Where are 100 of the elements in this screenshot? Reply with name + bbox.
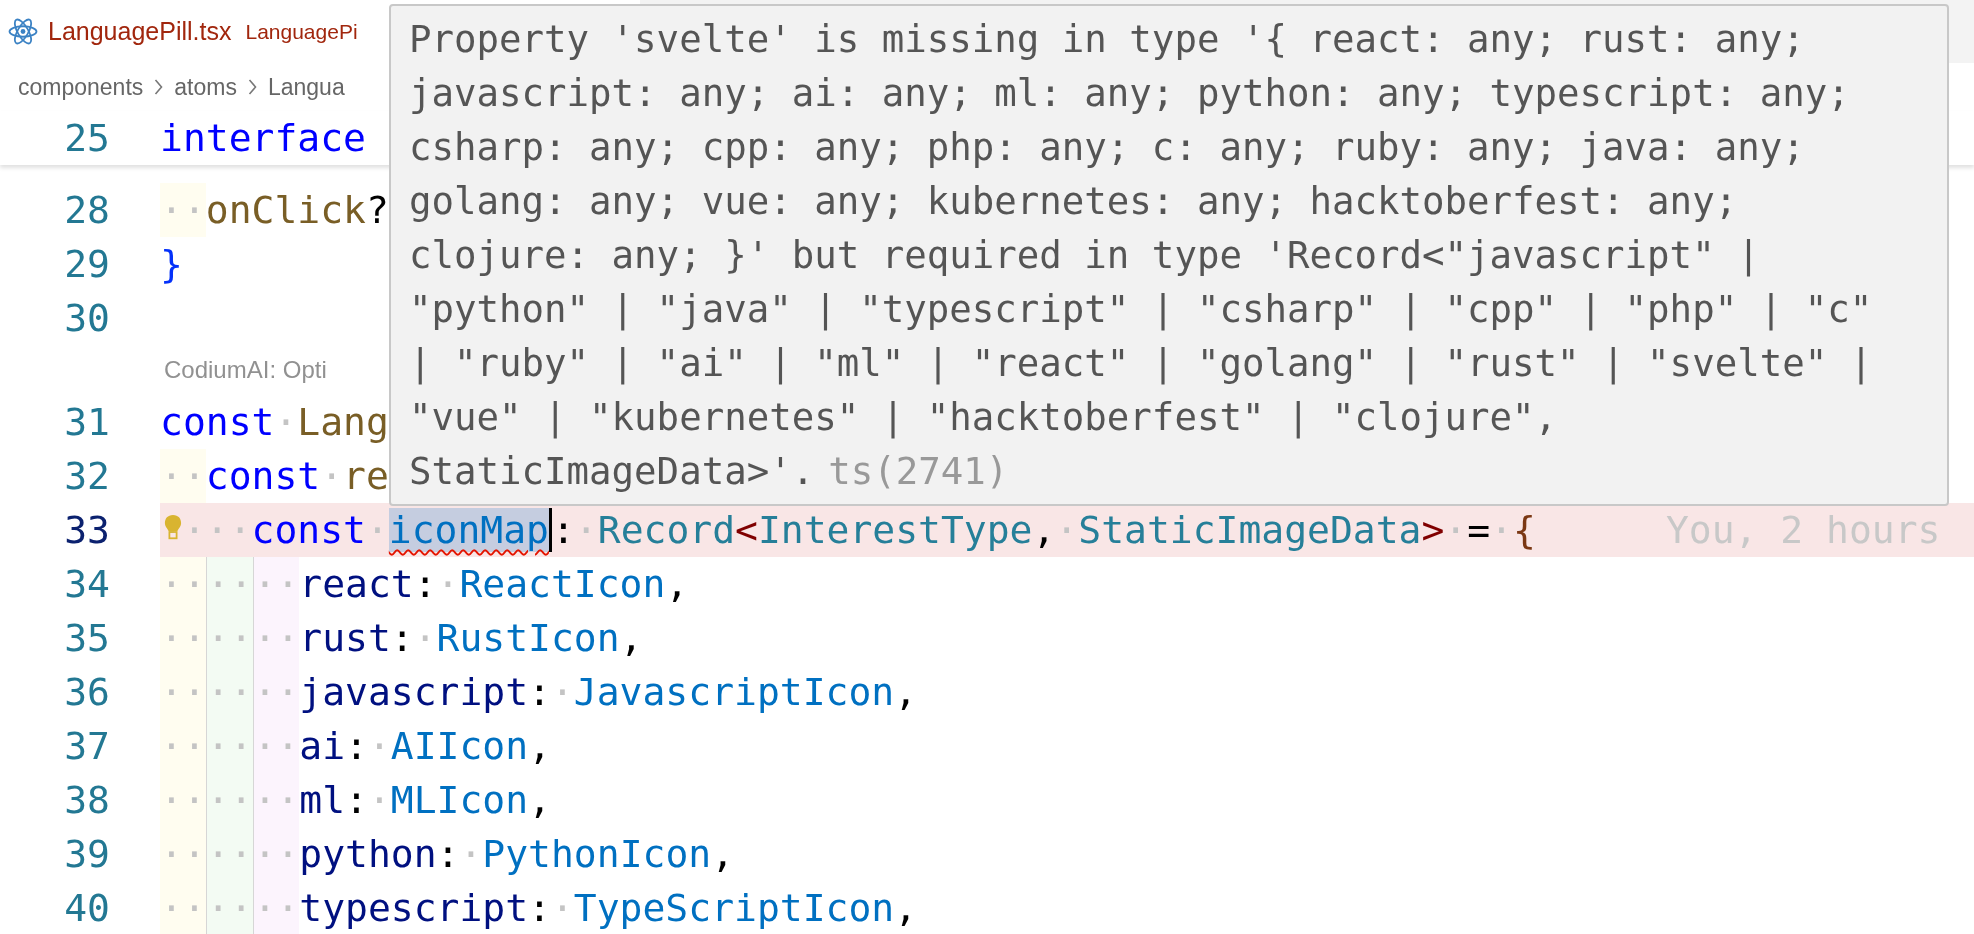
code-token: Record [597, 508, 736, 552]
code-token: PythonIcon [482, 832, 712, 876]
whitespace-dot: · [274, 400, 298, 444]
tab-title: LanguagePill.tsx [48, 17, 232, 46]
code-token: rust [299, 616, 391, 660]
whitespace-dots: ·· [252, 827, 300, 881]
code-token: const [251, 508, 366, 552]
code-token: { [1513, 508, 1536, 552]
whitespace-dots: ·· [205, 507, 252, 554]
code-token: react [299, 562, 414, 606]
code-token: = [1467, 508, 1491, 552]
code-token: ml [299, 778, 346, 822]
whitespace-dots: ·· [160, 665, 206, 719]
code-token: onClick [205, 188, 366, 232]
whitespace-dots: ·· [160, 611, 206, 665]
breadcrumb-item[interactable]: components [18, 73, 144, 101]
code-token: , [894, 886, 918, 930]
line-number: 39 [63, 832, 110, 876]
whitespace-dot: · [320, 454, 344, 498]
codelens-link[interactable]: CodiumAI: Opti [164, 356, 327, 384]
code-token: StaticImageData [1078, 508, 1422, 552]
whitespace-dots: ·· [252, 557, 300, 611]
code-token: JavascriptIcon [573, 670, 895, 714]
atom-icon [8, 18, 38, 45]
whitespace-dots: ·· [205, 773, 253, 827]
whitespace-dot: · [459, 832, 483, 876]
whitespace-dot: · [1055, 508, 1079, 552]
code-token: InterestType [757, 508, 1033, 552]
code-token: : [413, 562, 437, 606]
code-token: AIIcon [390, 724, 529, 768]
code-token: ? [365, 188, 389, 232]
code-token: re [343, 454, 389, 498]
whitespace-dots: ·· [252, 611, 300, 665]
line-number: 38 [63, 778, 110, 822]
code-token: : [528, 670, 551, 714]
code-token: typescript [299, 886, 529, 930]
line-number: 30 [63, 296, 110, 340]
whitespace-dots: ·· [160, 557, 206, 611]
whitespace-dot: · [550, 886, 574, 930]
code-token: > [1421, 508, 1445, 552]
chevron-icon [246, 77, 258, 97]
code-token: , [711, 832, 735, 876]
whitespace-dot: · [1444, 508, 1468, 552]
whitespace-dots: ·· [160, 719, 206, 773]
code-token: , [665, 562, 689, 606]
code-token: } [160, 242, 183, 286]
line-number: 32 [63, 454, 110, 498]
whitespace-dots: ·· [160, 773, 206, 827]
code-token: : [345, 778, 368, 822]
code-token: javascript [299, 670, 529, 714]
line-number: 29 [63, 242, 110, 286]
breadcrumb-item[interactable]: Langua [267, 73, 345, 101]
line-number: 37 [63, 724, 110, 768]
line-number: 28 [63, 188, 110, 232]
code-token: < [735, 508, 758, 552]
code-token: , [528, 724, 551, 768]
code-token: , [528, 778, 551, 822]
whitespace-dots: ·· [160, 827, 206, 881]
whitespace-dot: · [436, 562, 460, 606]
code-token: RustIcon [436, 616, 620, 660]
whitespace-dot: · [550, 670, 574, 714]
whitespace-dots: ·· [160, 881, 206, 934]
whitespace-dot: · [574, 508, 598, 552]
whitespace-dots: ·· [205, 611, 253, 665]
code-token: python [299, 832, 437, 876]
whitespace-dots: ·· [252, 773, 300, 827]
code-token: ReactIcon [459, 562, 666, 606]
code-token: , [894, 670, 918, 714]
code-token: : [551, 508, 575, 552]
whitespace-dot: · [367, 778, 391, 822]
whitespace-dot: · [367, 724, 391, 768]
code-token: : [436, 832, 460, 876]
code-token: const [205, 454, 321, 498]
whitespace-dots: ·· [205, 665, 253, 719]
whitespace-dots: ·· [205, 827, 253, 881]
whitespace-dot: · [365, 508, 389, 552]
code-token: , [1032, 508, 1056, 552]
code-token: iconMap [388, 508, 549, 552]
code-token: interface [160, 116, 366, 160]
line-number: 35 [63, 616, 110, 660]
code-token: : [528, 886, 551, 930]
whitespace-dots: ·· [252, 719, 300, 773]
whitespace-dots: ·· [252, 665, 300, 719]
breadcrumb-item[interactable]: atoms [174, 73, 237, 101]
whitespace-dots: ·· [205, 719, 253, 773]
whitespace-dots: ·· [205, 557, 253, 611]
line-number: 34 [63, 562, 110, 606]
tab-description: LanguagePi [245, 19, 358, 44]
whitespace-dot: · [413, 616, 437, 660]
line-number: 36 [63, 670, 110, 714]
line-number: 31 [63, 400, 110, 444]
code-token: Lang [297, 400, 389, 444]
code-token: TypeScriptIcon [573, 886, 895, 930]
whitespace-dots: ·· [160, 449, 206, 503]
whitespace-dots: ·· [160, 183, 206, 237]
code-token: : [390, 616, 414, 660]
code-token: , [619, 616, 643, 660]
whitespace-dots: ·· [252, 881, 300, 934]
whitespace-dot: · [1490, 508, 1513, 552]
chevron-icon [153, 77, 165, 97]
